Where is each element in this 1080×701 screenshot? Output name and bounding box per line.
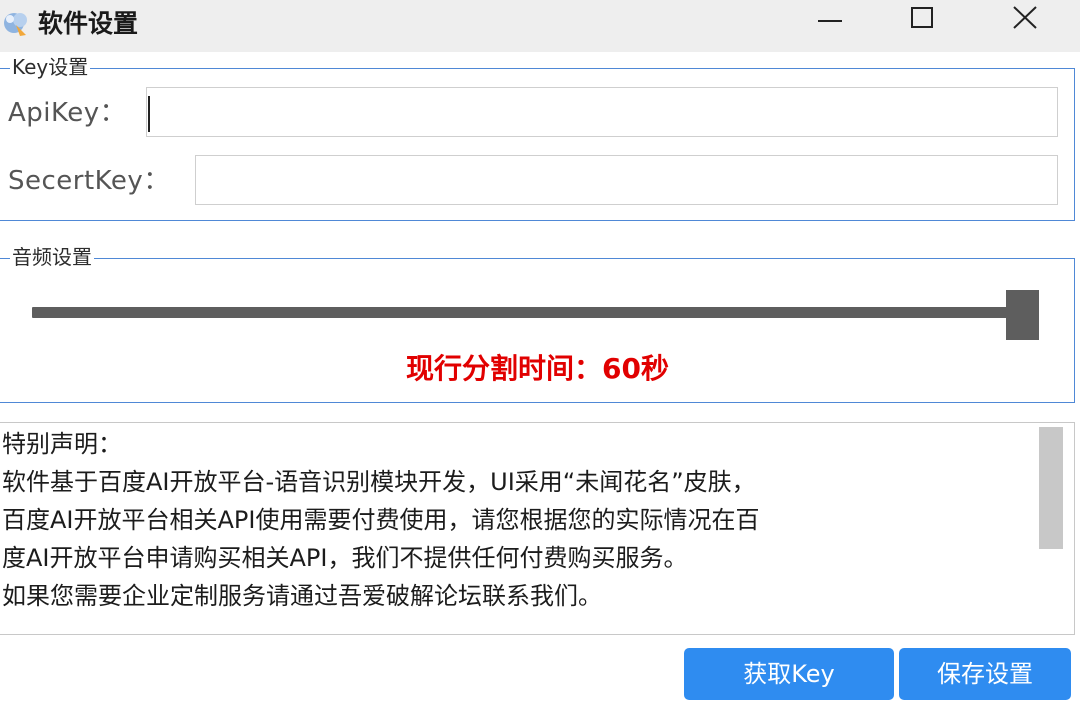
- notice-line: 度AI开放平台申请购买相关API，我们不提供任何付费购买服务。: [2, 544, 688, 572]
- split-time-slider-handle[interactable]: [1005, 290, 1039, 340]
- api-key-label: ApiKey：: [8, 98, 127, 128]
- title-bar: 软件设置: [0, 0, 1080, 52]
- secret-key-input[interactable]: [195, 155, 1058, 205]
- get-key-button[interactable]: 获取Key: [684, 648, 894, 700]
- window-title: 软件设置: [38, 9, 139, 38]
- minimize-icon: [818, 20, 842, 22]
- maximize-button[interactable]: [892, 0, 952, 40]
- app-icon: [4, 13, 27, 36]
- split-time-slider-track[interactable]: [32, 307, 1022, 318]
- notice-scrollbar[interactable]: [1039, 427, 1063, 549]
- notice-line: 特别声明：: [2, 430, 122, 458]
- notice-line: 软件基于百度AI开放平台-语音识别模块开发，UI采用“未闻花名”皮肤，: [2, 468, 756, 496]
- split-time-label: 现行分割时间：60秒: [406, 352, 669, 385]
- minimize-button[interactable]: [800, 0, 860, 40]
- close-icon: [1013, 6, 1037, 29]
- secret-key-label: SecertKey：: [8, 166, 170, 196]
- api-key-input[interactable]: [146, 87, 1058, 137]
- notice-content: 特别声明： 软件基于百度AI开放平台-语音识别模块开发，UI采用“未闻花名”皮肤，…: [2, 425, 1032, 615]
- key-settings-title: Key设置: [10, 54, 91, 80]
- notice-line: 百度AI开放平台相关API使用需要付费使用，请您根据您的实际情况在百: [2, 506, 760, 534]
- text-caret: [148, 96, 150, 132]
- notice-line: 如果您需要企业定制服务请通过吾爱破解论坛联系我们。: [2, 582, 602, 610]
- notice-textarea[interactable]: 特别声明： 软件基于百度AI开放平台-语音识别模块开发，UI采用“未闻花名”皮肤，…: [0, 422, 1075, 635]
- audio-settings-title: 音频设置: [10, 244, 94, 270]
- save-settings-button[interactable]: 保存设置: [899, 648, 1071, 700]
- maximize-icon: [911, 7, 933, 28]
- close-button[interactable]: [995, 0, 1055, 40]
